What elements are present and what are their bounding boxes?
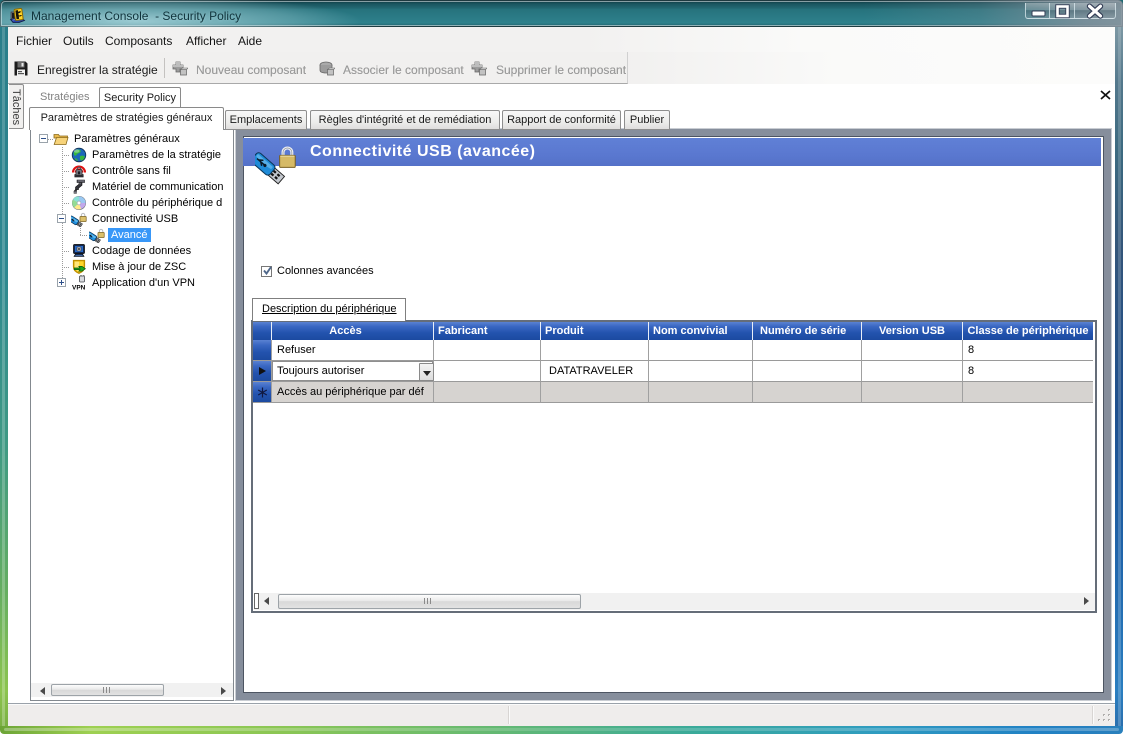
svg-text:VPN: VPN xyxy=(72,285,86,292)
